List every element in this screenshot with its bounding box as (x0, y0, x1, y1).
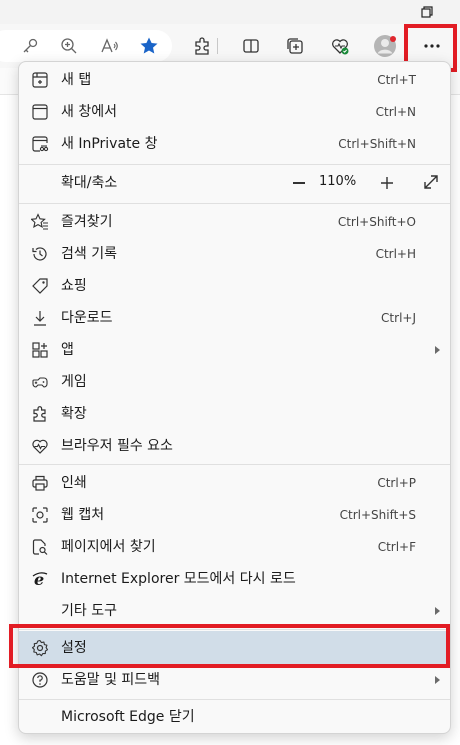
new-tab-icon (31, 71, 49, 89)
menu-item-help-feedback[interactable]: 도움말 및 피드백 (19, 664, 450, 696)
menu-item-label: 기타 도구 (61, 603, 117, 619)
settings-highlight (9, 624, 450, 668)
menu-item-shortcut: Ctrl+Shift+O (337, 215, 416, 229)
history-icon (31, 245, 49, 263)
menu-item-label: 확대/축소 (61, 175, 118, 191)
menu-item-shortcut: Ctrl+N (375, 105, 416, 119)
submenu-arrow-icon (435, 346, 440, 354)
restore-window-icon[interactable] (418, 3, 436, 21)
zoom-out-button[interactable] (293, 182, 305, 184)
zoom-level: 110% (319, 174, 357, 189)
menu-item-downloads[interactable]: 다운로드 Ctrl+J (19, 302, 450, 334)
download-icon (31, 309, 49, 327)
menu-item-favorites[interactable]: 즐겨찾기 Ctrl+Shift+O (19, 206, 450, 238)
games-icon (31, 373, 49, 391)
menu-item-apps[interactable]: 앱 (19, 334, 450, 366)
favorites-icon (31, 213, 49, 231)
menu-item-shortcut: Ctrl+F (377, 540, 416, 554)
title-bar (0, 0, 460, 24)
browser-essentials-icon[interactable] (330, 36, 350, 56)
menu-item-shortcut: Ctrl+T (377, 73, 416, 87)
menu-item-label: 쇼핑 (61, 278, 87, 294)
toolbar-divider (217, 38, 218, 54)
collections-icon[interactable] (285, 36, 305, 56)
menu-divider (19, 464, 450, 465)
heart-pulse-icon (31, 437, 49, 455)
menu-item-new-tab[interactable]: 새 탭 Ctrl+T (19, 64, 450, 96)
menu-item-label: 검색 기록 (61, 246, 117, 262)
menu-item-label: 도움말 및 피드백 (61, 672, 161, 688)
menu-item-ie-mode[interactable]: e Internet Explorer 모드에서 다시 로드 (19, 563, 450, 595)
submenu-arrow-icon (435, 607, 440, 615)
key-icon[interactable] (20, 36, 40, 56)
menu-item-web-capture[interactable]: 웹 캡처 Ctrl+Shift+S (19, 499, 450, 531)
profile-avatar-icon[interactable] (373, 34, 397, 58)
read-aloud-icon[interactable] (99, 36, 119, 56)
extensions-icon (31, 405, 49, 423)
menu-divider (19, 164, 450, 165)
menu-item-label: 웹 캡처 (61, 507, 105, 523)
menu-item-find-on-page[interactable]: 페이지에서 찾기 Ctrl+F (19, 531, 450, 563)
menu-item-label: 새 창에서 (61, 104, 117, 120)
help-icon (31, 671, 49, 689)
menu-item-label: 즐겨찾기 (61, 214, 113, 230)
zoom-icon[interactable] (59, 36, 79, 56)
menu-item-browser-essentials[interactable]: 브라우저 필수 요소 (19, 430, 450, 462)
fullscreen-icon[interactable] (421, 172, 441, 192)
menu-item-label: Internet Explorer 모드에서 다시 로드 (61, 571, 296, 587)
menu-item-shortcut: Ctrl+P (377, 476, 416, 490)
menu-item-label: 새 InPrivate 창 (61, 136, 158, 152)
menu-item-label: 인쇄 (61, 475, 87, 491)
menu-item-label: 새 탭 (61, 72, 92, 88)
menu-item-label: 앱 (61, 342, 74, 358)
inprivate-window-icon (31, 135, 49, 153)
menu-item-history[interactable]: 검색 기록 Ctrl+H (19, 238, 450, 270)
menu-item-print[interactable]: 인쇄 Ctrl+P (19, 467, 450, 499)
favorite-star-icon[interactable] (139, 36, 159, 56)
menu-item-games[interactable]: 게임 (19, 366, 450, 398)
internet-explorer-icon: e (31, 570, 49, 588)
menu-divider (19, 699, 450, 700)
menu-item-label: 페이지에서 찾기 (61, 539, 156, 555)
menu-item-label: Microsoft Edge 닫기 (61, 709, 195, 725)
printer-icon (31, 474, 49, 492)
apps-icon (31, 341, 49, 359)
menu-item-shortcut: Ctrl+Shift+S (339, 508, 416, 522)
find-in-page-icon (31, 538, 49, 556)
menu-item-label: 다운로드 (61, 310, 113, 326)
menu-divider (19, 203, 450, 204)
menu-item-extensions[interactable]: 확장 (19, 398, 450, 430)
menu-item-more-tools[interactable]: 기타 도구 (19, 595, 450, 627)
menu-item-close-edge[interactable]: Microsoft Edge 닫기 (19, 701, 450, 733)
split-screen-icon[interactable] (241, 36, 261, 56)
menu-item-new-inprivate[interactable]: 새 InPrivate 창 Ctrl+Shift+N (19, 128, 450, 160)
web-capture-icon (31, 506, 49, 524)
submenu-arrow-icon (435, 676, 440, 684)
menu-item-shopping[interactable]: 쇼핑 (19, 270, 450, 302)
menu-item-shortcut: Ctrl+J (381, 311, 416, 325)
menu-item-shortcut: Ctrl+Shift+N (338, 137, 416, 151)
menu-item-label: 확장 (61, 406, 87, 422)
extensions-icon[interactable] (192, 36, 212, 56)
menu-item-new-window[interactable]: 새 창에서 Ctrl+N (19, 96, 450, 128)
new-window-icon (31, 103, 49, 121)
shopping-tag-icon (31, 277, 49, 295)
menu-item-zoom: 확대/축소 110% (19, 167, 450, 199)
menu-item-label: 게임 (61, 374, 87, 390)
menu-item-shortcut: Ctrl+H (375, 247, 416, 261)
menu-item-label: 브라우저 필수 요소 (61, 438, 173, 454)
zoom-in-button[interactable] (377, 173, 397, 193)
